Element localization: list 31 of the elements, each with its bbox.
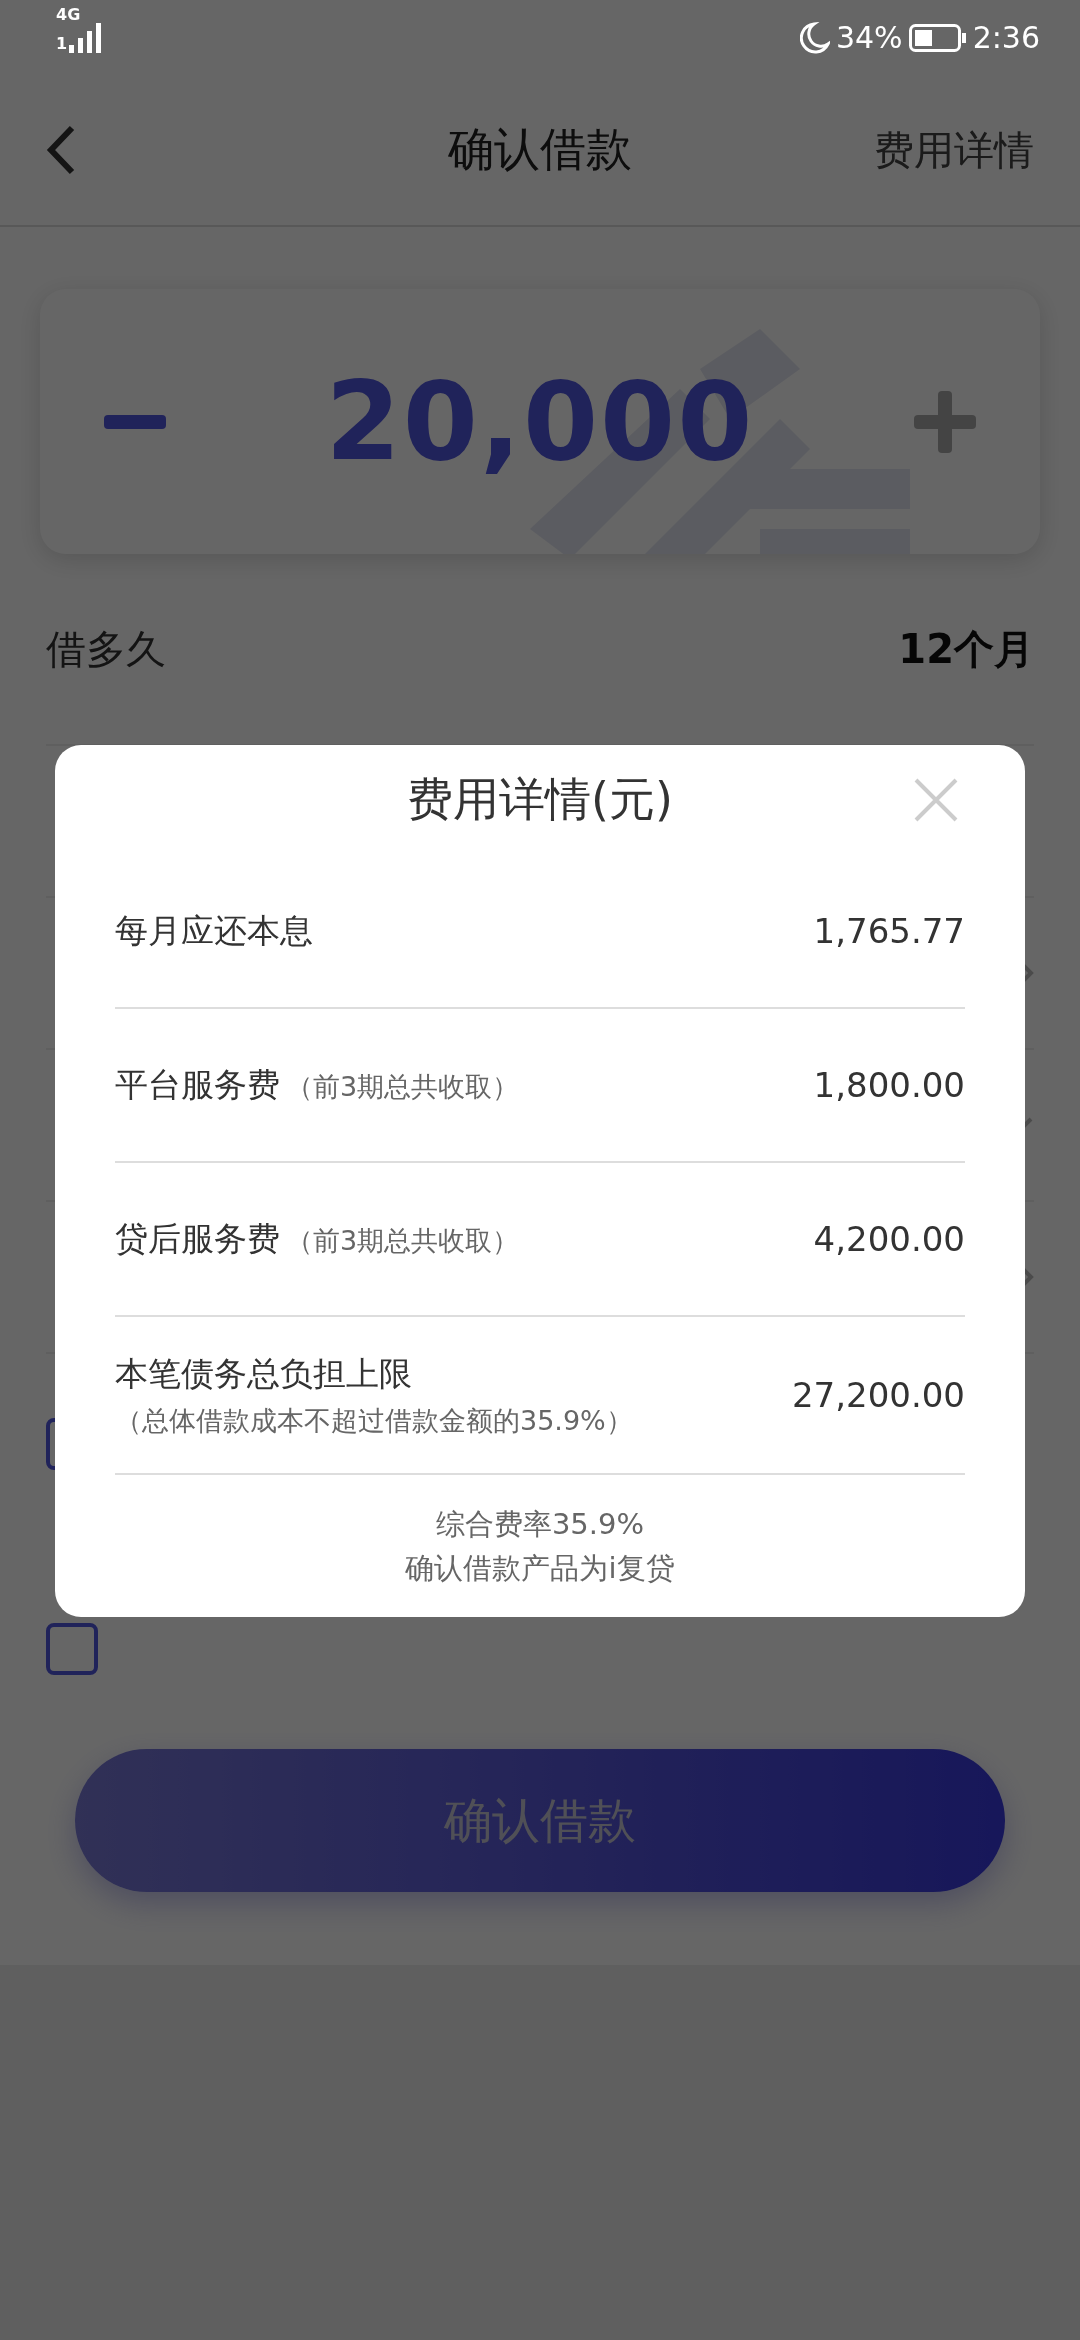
close-icon[interactable] bbox=[913, 777, 959, 823]
fee-value: 4,200.00 bbox=[813, 1219, 965, 1259]
sim-label: 1 bbox=[56, 33, 68, 53]
fee-label: 平台服务费 bbox=[115, 1063, 280, 1106]
dialog-footnote: 综合费率35.9% bbox=[435, 1506, 645, 1543]
fee-note: （前3期总共收取） bbox=[286, 1223, 520, 1258]
fee-value: 27,200.00 bbox=[791, 1375, 965, 1415]
term-value[interactable]: 12个月 bbox=[898, 621, 1034, 677]
term-label: 借多久 bbox=[46, 624, 166, 674]
loan-amount: 20,000 bbox=[325, 359, 755, 484]
plus-icon[interactable] bbox=[914, 390, 976, 453]
back-icon[interactable] bbox=[46, 125, 76, 175]
moon-icon bbox=[799, 21, 830, 54]
page-title: 确认借款 bbox=[448, 121, 632, 178]
signal-icon bbox=[69, 22, 104, 53]
clock: 2:36 bbox=[972, 20, 1040, 55]
fee-value: 1,800.00 bbox=[813, 1065, 965, 1105]
fee-label: 贷后服务费 bbox=[115, 1217, 280, 1260]
battery-icon bbox=[908, 23, 967, 52]
fee-details-link[interactable]: 费用详情 bbox=[874, 122, 1034, 178]
fee-note: （总体借款成本不超过借款金额的35.9%） bbox=[115, 1403, 633, 1438]
checkbox[interactable] bbox=[46, 1623, 98, 1675]
network-label: 4G bbox=[56, 4, 81, 24]
fee-note: （前3期总共收取） bbox=[286, 1069, 520, 1104]
fee-value: 1,765.77 bbox=[813, 911, 965, 951]
dialog-footnote: 确认借款产品为i复贷 bbox=[405, 1550, 675, 1587]
minus-icon[interactable] bbox=[104, 414, 166, 429]
battery-percent: 34% bbox=[835, 20, 903, 55]
fee-label: 本笔债务总负担上限 bbox=[115, 1352, 413, 1395]
dialog-title: 费用详情(元) bbox=[407, 771, 673, 828]
fee-label: 每月应还本息 bbox=[115, 909, 313, 952]
